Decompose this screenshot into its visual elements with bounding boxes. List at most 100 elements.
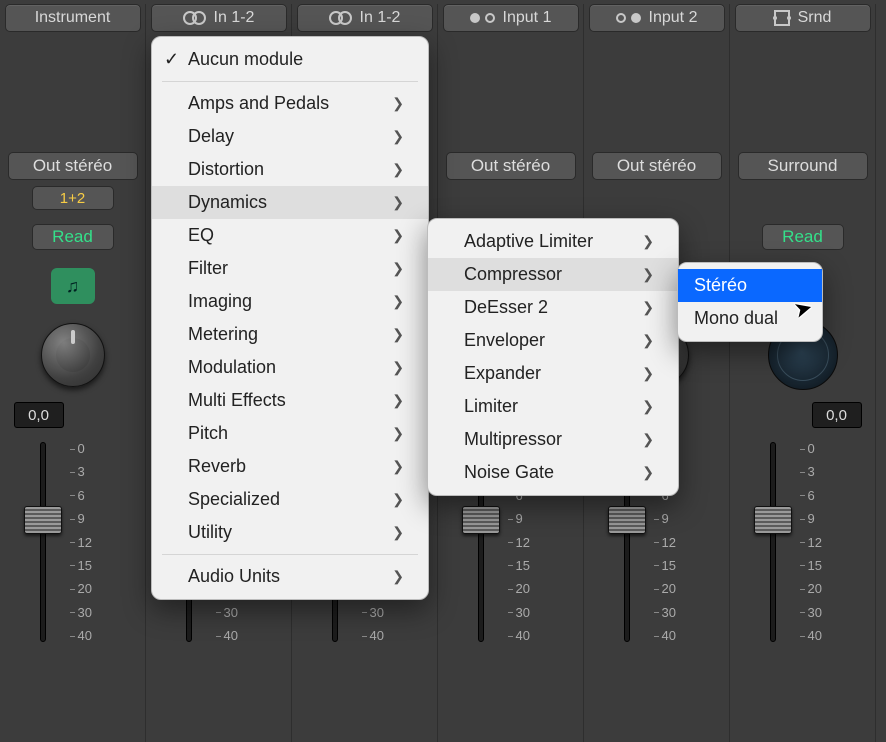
menu-item-label: Noise Gate (464, 462, 554, 483)
scale-tick: 40 (808, 629, 822, 642)
group-slot[interactable]: 1+2 (32, 186, 114, 210)
chevron-right-icon: ❯ (392, 95, 404, 112)
chevron-right-icon: ❯ (392, 128, 404, 145)
menu-item-eq[interactable]: EQ❯ (152, 219, 428, 252)
scale-tick: 12 (662, 536, 676, 549)
menu-item-label: Expander (464, 363, 541, 384)
menu-item-distortion[interactable]: Distortion❯ (152, 153, 428, 186)
output-selector[interactable]: Out stéréo (592, 152, 722, 180)
menu-item-reverb[interactable]: Reverb❯ (152, 450, 428, 483)
channel-strip: SrndSurroundRead〰︎〰︎0,003691215203040 (730, 4, 876, 742)
scale-tick: 15 (78, 559, 92, 572)
chevron-right-icon: ❯ (392, 161, 404, 178)
menu-item-label: Metering (188, 324, 258, 345)
chevron-right-icon: ❯ (642, 365, 654, 382)
menu-item-utility[interactable]: Utility ❯ (152, 516, 428, 549)
fader-track[interactable] (40, 442, 46, 642)
chevron-right-icon: ❯ (642, 332, 654, 349)
scale-tick: 20 (78, 582, 92, 595)
menu-item-specialized[interactable]: Specialized❯ (152, 483, 428, 516)
menu-item-no-plugin[interactable]: ✓Aucun module (152, 43, 428, 76)
plugin-category-menu[interactable]: ✓Aucun moduleAmps and Pedals❯Delay❯Disto… (151, 36, 429, 600)
scale-tick: 30 (662, 606, 676, 619)
scale-tick: 6 (808, 489, 822, 502)
scale-tick: 40 (224, 629, 238, 642)
scale-tick: 3 (808, 465, 822, 478)
stereo-icon (183, 11, 206, 25)
scale-tick: 15 (808, 559, 822, 572)
menu-item-deesser-2[interactable]: DeEsser 2❯ (428, 291, 678, 324)
output-selector[interactable]: Out stéréo (8, 152, 138, 180)
menu-item-filter[interactable]: Filter❯ (152, 252, 428, 285)
scale-tick: 15 (516, 559, 530, 572)
scale-tick: 15 (662, 559, 676, 572)
chevron-right-icon: ❯ (392, 359, 404, 376)
scale-tick: 12 (808, 536, 822, 549)
menu-item-modulation[interactable]: Modulation ❯ (152, 351, 428, 384)
menu-item-label: Modulation (188, 357, 276, 378)
menu-item-compressor[interactable]: Compressor❯ (428, 258, 678, 291)
scale-tick: 20 (808, 582, 822, 595)
menu-item-adaptive-limiter[interactable]: Adaptive Limiter❯ (428, 225, 678, 258)
menu-item-multipressor[interactable]: Multipressor❯ (428, 423, 678, 456)
menu-item-limiter[interactable]: Limiter❯ (428, 390, 678, 423)
scale-tick: 30 (224, 606, 238, 619)
menu-item-label: DeEsser 2 (464, 297, 548, 318)
plugin-dynamics-submenu[interactable]: Adaptive Limiter❯Compressor❯DeEsser 2❯En… (427, 218, 679, 496)
menu-item-audio-units[interactable]: Audio Units ❯ (152, 560, 428, 593)
automation-mode-button[interactable]: Read (32, 224, 114, 250)
fader-value[interactable]: 0,0 (14, 402, 64, 428)
output-selector[interactable]: Out stéréo (446, 152, 576, 180)
menu-item-label: Amps and Pedals (188, 93, 329, 114)
input-label: In 1-2 (214, 9, 255, 27)
input-selector[interactable]: Instrument (5, 4, 141, 32)
menu-item-dynamics[interactable]: Dynamics❯ (152, 186, 428, 219)
scale-tick: 6 (78, 489, 92, 502)
chevron-right-icon: ❯ (392, 491, 404, 508)
output-selector[interactable]: Surround (738, 152, 868, 180)
menu-item-label: Utility (188, 522, 232, 543)
input-selector[interactable]: Input 1 (443, 4, 579, 32)
menu-item-expander[interactable]: Expander ❯ (428, 357, 678, 390)
chevron-right-icon: ❯ (392, 568, 404, 585)
menu-item-label: Imaging (188, 291, 252, 312)
input-selector[interactable]: Input 2 (589, 4, 725, 32)
menu-item-enveloper[interactable]: Enveloper ❯ (428, 324, 678, 357)
menu-item-amps-and-pedals[interactable]: Amps and Pedals ❯ (152, 87, 428, 120)
menu-item-noise-gate[interactable]: Noise Gate❯ (428, 456, 678, 489)
menu-item-label: Audio Units (188, 566, 280, 587)
menu-item-label: Enveloper (464, 330, 545, 351)
menu-item-label: Adaptive Limiter (464, 231, 593, 252)
instrument-icon[interactable]: ♫ (51, 268, 95, 304)
menu-item-metering[interactable]: Metering ❯ (152, 318, 428, 351)
fader-cap[interactable] (462, 506, 500, 534)
chevron-right-icon: ❯ (392, 227, 404, 244)
menu-item-multi-effects[interactable]: Multi Effects❯ (152, 384, 428, 417)
scale-tick: 0 (78, 442, 92, 455)
fader-value[interactable]: 0,0 (812, 402, 862, 428)
fader-cap[interactable] (608, 506, 646, 534)
menu-item-imaging[interactable]: Imaging❯ (152, 285, 428, 318)
fader-track[interactable] (770, 442, 776, 642)
input-label: Instrument (35, 9, 111, 27)
chevron-right-icon: ❯ (392, 458, 404, 475)
menu-item-label: Stéréo (694, 275, 747, 296)
pan-knob[interactable] (41, 323, 105, 387)
scale-tick: 20 (662, 582, 676, 595)
chevron-right-icon: ❯ (392, 326, 404, 343)
menu-item-pitch[interactable]: Pitch❯ (152, 417, 428, 450)
chevron-right-icon: ❯ (392, 260, 404, 277)
menu-item-delay[interactable]: Delay❯ (152, 120, 428, 153)
chevron-right-icon: ❯ (642, 431, 654, 448)
input-selector[interactable]: Srnd (735, 4, 871, 32)
automation-mode-button[interactable]: Read (762, 224, 844, 250)
fader-cap[interactable] (754, 506, 792, 534)
fader-scale: 03691215203040 (78, 442, 92, 642)
fader-cap[interactable] (24, 506, 62, 534)
chevron-right-icon: ❯ (392, 524, 404, 541)
input-label: Input 2 (649, 9, 698, 27)
chevron-right-icon: ❯ (392, 425, 404, 442)
menu-item-label: Dynamics (188, 192, 267, 213)
input-selector[interactable]: In 1-2 (151, 4, 287, 32)
input-selector[interactable]: In 1-2 (297, 4, 433, 32)
